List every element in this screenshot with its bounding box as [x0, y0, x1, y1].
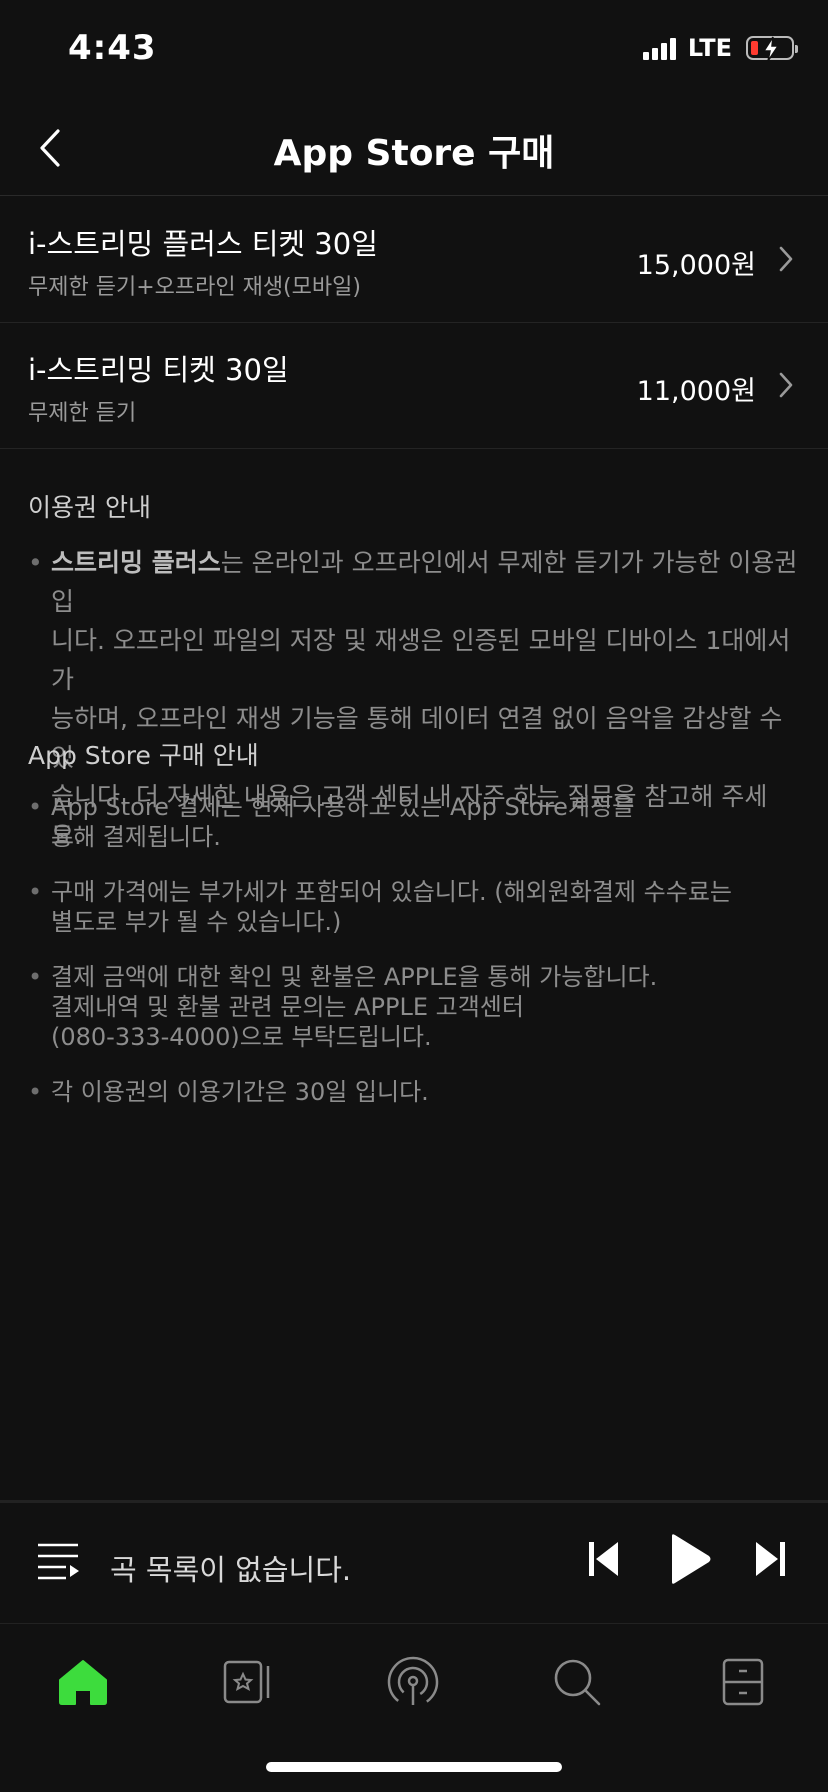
product-price: 15,000원: [636, 250, 756, 281]
bullet-line: 결제 금액에 대한 확인 및 환불은 APPLE을 통해 가능합니다.: [51, 963, 658, 991]
chevron-right-icon: [779, 246, 793, 272]
pass-info-title: 이용권 안내: [28, 493, 151, 522]
product-item-plus[interactable]: i-스트리밍 플러스 티켓 30일 무제한 듣기+오프라인 재생(모바일) 15…: [0, 197, 828, 323]
tab-search[interactable]: [542, 1647, 612, 1717]
product-name: i-스트리밍 플러스 티켓 30일: [28, 227, 378, 261]
tab-bar: [0, 1625, 828, 1745]
list-item: App Store 결제는 현재 사용하고 있는 App Store계정을 통해…: [28, 792, 798, 852]
library-icon: [223, 1660, 270, 1704]
podcast-icon: [387, 1656, 439, 1708]
previous-button[interactable]: [586, 1539, 622, 1583]
more-icon: [722, 1658, 764, 1706]
home-indicator[interactable]: [266, 1762, 562, 1772]
tab-library[interactable]: [212, 1647, 282, 1717]
list-item: 구매 가격에는 부가세가 포함되어 있습니다. (해외원화결제 수수료는 별도로…: [28, 877, 798, 937]
tab-home[interactable]: [48, 1647, 118, 1717]
battery-icon: [746, 36, 798, 62]
purchase-info-title: App Store 구매 안내: [28, 741, 259, 770]
pass-info-line: 니다. 오프라인 파일의 저장 및 재생은 인증된 모바일 디바이스 1대에서 …: [51, 626, 791, 694]
bullet-line: (080-333-4000)으로 부탁드립니다.: [51, 1023, 432, 1051]
mini-player: 곡 목록이 없습니다.: [0, 1500, 828, 1624]
bullet-line: 구매 가격에는 부가세가 포함되어 있습니다. (해외원화결제 수수료는: [51, 878, 733, 906]
status-bar: 4:43 LTE: [0, 0, 828, 100]
nav-header: App Store 구매: [0, 100, 828, 196]
product-description: 무제한 듣기+오프라인 재생(모바일): [28, 275, 361, 300]
status-time: 4:43: [68, 28, 157, 68]
bullet-line: 통해 결제됩니다.: [51, 823, 221, 851]
play-icon: [672, 1534, 711, 1584]
product-price: 11,000원: [636, 376, 756, 407]
list-item: 결제 금액에 대한 확인 및 환불은 APPLE을 통해 가능합니다. 결제내역…: [28, 962, 798, 1052]
product-description: 무제한 듣기: [28, 401, 137, 426]
play-button[interactable]: [668, 1533, 712, 1589]
purchase-info-list: App Store 결제는 현재 사용하고 있는 App Store계정을 통해…: [28, 792, 798, 1132]
skip-forward-icon: [756, 1542, 785, 1576]
page-title: App Store 구매: [273, 133, 555, 174]
bullet-line: 결제내역 및 환불 관련 문의는 APPLE 고객센터: [51, 993, 524, 1021]
bullet-line: App Store 결제는 현재 사용하고 있는 App Store계정을: [51, 793, 635, 821]
network-type: LTE: [687, 34, 732, 62]
tab-more[interactable]: [708, 1647, 778, 1717]
player-empty-text: 곡 목록이 없습니다.: [110, 1553, 352, 1587]
pass-highlight: 스트리밍 플러스: [51, 548, 221, 577]
status-indicators: LTE: [642, 34, 798, 62]
skip-back-icon: [589, 1542, 618, 1576]
app-screen: 4:43 LTE App Store 구매 i-스트리밍 플러스 티켓 30일 …: [0, 0, 828, 1792]
bullet-line: 각 이용권의 이용기간은 30일 입니다.: [51, 1078, 429, 1106]
signal-icon: [642, 36, 676, 60]
playlist-button[interactable]: [36, 1541, 80, 1585]
bullet-line: 별도로 부가 될 수 있습니다.): [51, 908, 342, 936]
tab-podcast[interactable]: [378, 1647, 448, 1717]
search-icon: [554, 1659, 601, 1706]
next-button[interactable]: [752, 1539, 788, 1583]
home-icon: [59, 1660, 107, 1705]
product-name: i-스트리밍 티켓 30일: [28, 353, 289, 387]
playlist-icon: [38, 1543, 79, 1580]
product-item-basic[interactable]: i-스트리밍 티켓 30일 무제한 듣기 11,000원: [0, 323, 828, 449]
list-item: 각 이용권의 이용기간은 30일 입니다.: [28, 1077, 798, 1107]
chevron-right-icon: [779, 372, 793, 398]
